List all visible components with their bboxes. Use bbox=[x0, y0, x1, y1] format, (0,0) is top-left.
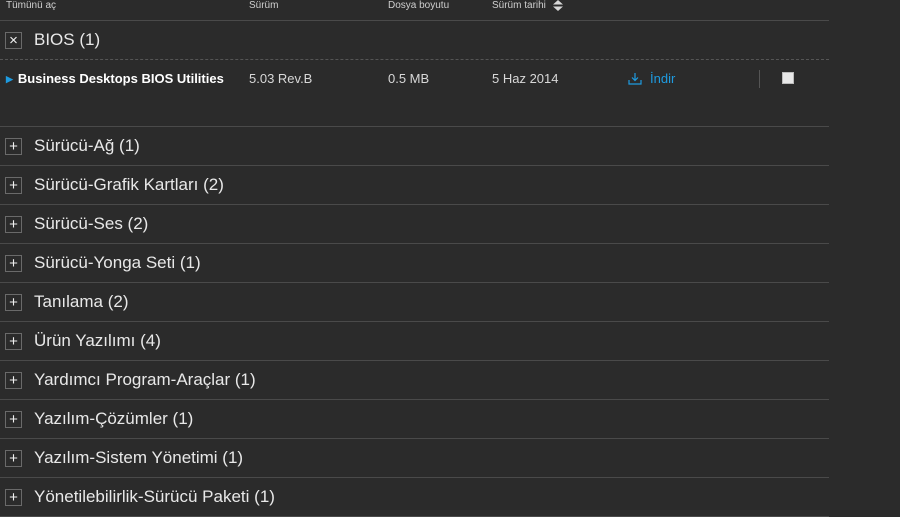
category-title[interactable]: Sürücü-Ses (2) bbox=[34, 214, 148, 234]
category-row[interactable]: + Yazılım-Çözümler (1) bbox=[0, 400, 829, 439]
category-row[interactable]: + Yönetilebilirlik-Sürücü Paketi (1) bbox=[0, 478, 829, 517]
expand-icon[interactable]: + bbox=[5, 488, 22, 506]
category-row[interactable]: + Ürün Yazılımı (4) bbox=[0, 322, 829, 361]
release-date-label: Sürüm tarihi bbox=[492, 0, 546, 12]
category-title[interactable]: Yazılım-Sistem Yönetimi (1) bbox=[34, 448, 243, 468]
expand-icon[interactable]: + bbox=[5, 293, 22, 311]
category-row[interactable]: + Sürücü-Yonga Seti (1) bbox=[0, 244, 829, 283]
expand-icon[interactable]: + bbox=[5, 176, 22, 194]
expand-icon[interactable]: + bbox=[5, 137, 22, 155]
category-row[interactable]: + Sürücü-Ses (2) bbox=[0, 205, 829, 244]
category-bios[interactable]: × BIOS (1) bbox=[0, 21, 829, 60]
category-row[interactable]: + Yardımcı Program-Araçlar (1) bbox=[0, 361, 829, 400]
category-title[interactable]: Sürücü-Grafik Kartları (2) bbox=[34, 175, 224, 195]
category-title[interactable]: Sürücü-Yonga Seti (1) bbox=[34, 253, 201, 273]
download-label: İndir bbox=[650, 71, 676, 86]
expand-triangle-icon[interactable]: ▶ bbox=[6, 74, 13, 84]
driver-row: ▶ Business Desktops BIOS Utilities 5.03 R… bbox=[0, 60, 829, 127]
category-title[interactable]: Yönetilebilirlik-Sürücü Paketi (1) bbox=[34, 487, 275, 507]
driver-size: 0.5 MB bbox=[388, 71, 430, 86]
expand-icon[interactable]: + bbox=[5, 371, 22, 389]
driver-name: Business Desktops BIOS Utilities bbox=[17, 71, 224, 86]
collapse-icon[interactable]: × bbox=[5, 31, 22, 49]
category-row[interactable]: + Yazılım-Sistem Yönetimi (1) bbox=[0, 439, 829, 478]
file-size-column-header: Dosya boyutu bbox=[388, 0, 450, 11]
category-row[interactable]: + Tanılama (2) bbox=[0, 283, 829, 322]
category-title[interactable]: Sürücü-Ağ (1) bbox=[34, 136, 140, 156]
select-checkbox[interactable] bbox=[782, 72, 794, 84]
version-column-header: Sürüm bbox=[249, 0, 279, 11]
category-row[interactable]: + Sürücü-Ağ (1) bbox=[0, 127, 829, 166]
download-button[interactable]: İndir bbox=[628, 71, 675, 87]
driver-list: Tümünü aç Sürüm Dosya boyutu Sürüm tarih… bbox=[0, 0, 829, 517]
driver-version: 5.03 Rev.B bbox=[249, 71, 313, 86]
expand-icon[interactable]: + bbox=[5, 254, 22, 272]
category-title[interactable]: Tanılama (2) bbox=[34, 292, 128, 312]
category-title[interactable]: Yazılım-Çözümler (1) bbox=[34, 409, 193, 429]
table-header: Tümünü aç Sürüm Dosya boyutu Sürüm tarih… bbox=[0, 0, 829, 21]
category-title[interactable]: Ürün Yazılımı (4) bbox=[34, 331, 161, 351]
category-title[interactable]: Yardımcı Program-Araçlar (1) bbox=[34, 370, 256, 390]
driver-date: 5 Haz 2014 bbox=[492, 71, 559, 86]
category-row[interactable]: + Sürücü-Grafik Kartları (2) bbox=[0, 166, 829, 205]
release-date-column-header[interactable]: Sürüm tarihi bbox=[492, 0, 563, 12]
download-icon bbox=[628, 73, 642, 85]
expand-icon[interactable]: + bbox=[5, 215, 22, 233]
expand-all-link[interactable]: Tümünü aç bbox=[6, 0, 56, 12]
sort-icon[interactable] bbox=[552, 0, 563, 11]
expand-icon[interactable]: + bbox=[5, 332, 22, 350]
category-title[interactable]: BIOS (1) bbox=[34, 30, 100, 50]
divider bbox=[759, 70, 760, 88]
category-list: + Sürücü-Ağ (1) + Sürücü-Grafik Kartları (2… bbox=[0, 127, 829, 517]
expand-icon[interactable]: + bbox=[5, 410, 22, 428]
driver-name-link[interactable]: ▶ Business Desktops BIOS Utilities bbox=[6, 71, 224, 87]
expand-icon[interactable]: + bbox=[5, 449, 22, 467]
